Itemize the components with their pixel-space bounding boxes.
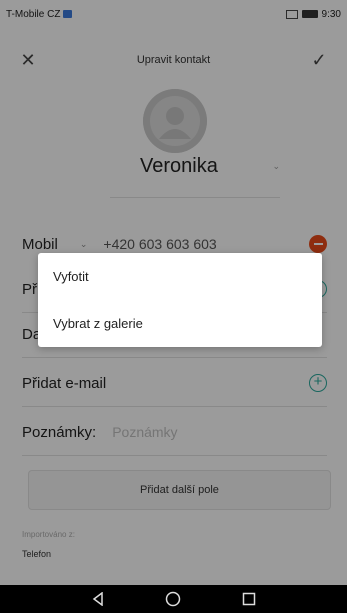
navigation-bar [0,585,347,613]
recent-apps-icon[interactable] [238,588,260,610]
back-icon[interactable] [87,588,109,610]
home-icon[interactable] [162,588,184,610]
choose-from-gallery-option[interactable]: Vybrat z galerie [38,300,322,347]
edit-contact-screen: T-Mobile CZ 9:30 ✕ Upravit kontakt ✓ Ver… [0,0,347,613]
photo-source-dialog: Vyfotit Vybrat z galerie [38,253,322,347]
take-photo-option[interactable]: Vyfotit [38,253,322,300]
